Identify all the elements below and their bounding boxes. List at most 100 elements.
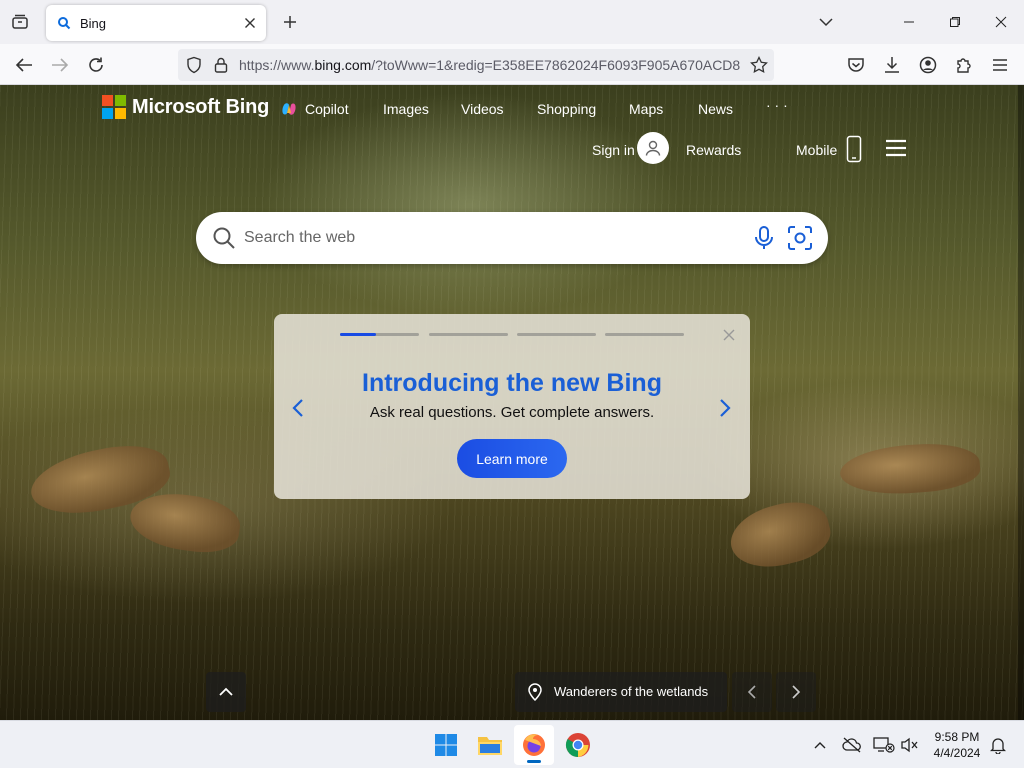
maximize-button[interactable] (932, 6, 978, 38)
nav-maps[interactable]: Maps (629, 101, 663, 121)
close-window-button[interactable] (978, 6, 1024, 38)
microsoft-logo-icon (102, 95, 126, 119)
url-bar[interactable]: https://www.bing.com/?toWww=1&redig=E358… (178, 49, 774, 81)
hamburger-menu-icon (993, 59, 1007, 71)
taskbar-clock[interactable]: 9:58 PM 4/4/2024 (930, 729, 984, 761)
show-hidden-icons-button[interactable] (808, 733, 832, 757)
camera-search-icon[interactable] (787, 225, 813, 251)
image-title: Wanderers of the wetlands (554, 684, 709, 699)
account-button[interactable] (915, 52, 941, 78)
previous-image-button[interactable] (732, 672, 772, 712)
network-disconnected-icon (873, 737, 895, 753)
carousel-dot-3[interactable] (517, 333, 596, 336)
nav-shopping[interactable]: Shopping (537, 101, 596, 121)
search-box (196, 212, 828, 264)
windows-taskbar: 9:58 PM 4/4/2024 (0, 720, 1024, 768)
bookmark-star-button[interactable] (750, 56, 768, 74)
download-icon (885, 57, 899, 73)
pocket-button[interactable] (843, 52, 869, 78)
clock-date: 4/4/2024 (933, 746, 981, 760)
microsoft-bing-logo[interactable]: Microsoft Bing (102, 95, 269, 119)
account-icon (919, 56, 937, 74)
background-deer (724, 493, 836, 577)
mobile-link[interactable]: Mobile (796, 142, 837, 158)
file-explorer-button[interactable] (470, 725, 510, 765)
restore-icon (950, 17, 960, 27)
forward-button[interactable] (47, 52, 73, 78)
carousel-dot-1[interactable] (340, 333, 419, 336)
chevron-up-icon (219, 687, 233, 696)
page-scrollbar[interactable] (1018, 85, 1024, 720)
settings-menu-icon[interactable] (884, 137, 908, 159)
mobile-phone-icon[interactable] (846, 135, 862, 163)
start-button[interactable] (426, 725, 466, 765)
promo-title: Introducing the new Bing (362, 369, 662, 397)
reload-icon (89, 57, 103, 72)
search-icon[interactable] (212, 226, 236, 250)
forward-arrow-icon (52, 58, 69, 72)
app-menu-button[interactable] (987, 52, 1013, 78)
star-icon (750, 56, 768, 74)
minimize-button[interactable] (886, 6, 932, 38)
back-arrow-icon (15, 58, 32, 72)
firefox-icon (523, 734, 545, 756)
nav-copilot[interactable]: Copilot (305, 101, 349, 121)
minimize-icon (904, 21, 914, 23)
carousel-indicators (340, 333, 684, 337)
reload-button[interactable] (83, 52, 109, 78)
avatar[interactable] (637, 132, 669, 164)
extensions-button[interactable] (951, 52, 977, 78)
close-icon[interactable] (722, 328, 736, 342)
chevron-up-icon (814, 742, 826, 749)
browser-tab-bar: Bing (0, 0, 1024, 44)
nav-news[interactable]: News (698, 101, 733, 121)
bell-icon (990, 738, 1006, 754)
cloud-offline-icon (842, 737, 861, 753)
sign-in-link[interactable]: Sign in (592, 142, 635, 158)
close-icon (995, 16, 1007, 28)
chevron-left-icon (747, 685, 756, 699)
nav-images[interactable]: Images (383, 101, 429, 121)
onedrive-tray-button[interactable] (840, 733, 864, 757)
new-bing-promo-card: Introducing the new Bing Ask real questi… (274, 314, 750, 499)
list-all-tabs-button[interactable] (815, 11, 837, 33)
back-button[interactable] (11, 52, 37, 78)
search-input[interactable] (244, 225, 744, 251)
url-text[interactable]: https://www.bing.com/?toWww=1&redig=E358… (239, 57, 744, 73)
notifications-button[interactable] (986, 733, 1010, 757)
pocket-icon (848, 58, 864, 72)
tab-title: Bing (80, 15, 107, 31)
plus-icon (284, 16, 296, 28)
copilot-icon (282, 103, 296, 115)
volume-tray-button[interactable] (898, 733, 922, 757)
network-tray-button[interactable] (872, 733, 896, 757)
puzzle-icon (957, 58, 971, 73)
rewards-link[interactable]: Rewards (686, 142, 741, 158)
tab-list-button[interactable] (8, 10, 32, 34)
microphone-icon[interactable] (752, 225, 776, 251)
brand-name: Microsoft Bing (132, 95, 270, 118)
location-pin-icon (528, 683, 542, 701)
firefox-taskbar-button[interactable] (514, 725, 554, 765)
shield-icon[interactable] (185, 56, 203, 74)
learn-more-button[interactable]: Learn more (457, 439, 567, 478)
next-image-button[interactable] (776, 672, 816, 712)
scroll-up-button[interactable] (206, 672, 246, 712)
bing-homepage: Microsoft Bing Copilot Images Videos Sho… (0, 85, 1024, 720)
carousel-dot-2[interactable] (429, 333, 508, 336)
active-app-indicator (527, 760, 541, 763)
nav-videos[interactable]: Videos (461, 101, 504, 121)
nav-more[interactable]: · · · (766, 97, 788, 117)
browser-tab-bing[interactable]: Bing (46, 5, 266, 41)
downloads-button[interactable] (879, 52, 905, 78)
user-icon (645, 140, 661, 156)
chrome-taskbar-button[interactable] (558, 725, 598, 765)
carousel-dot-4[interactable] (605, 333, 684, 336)
tab-close-button[interactable] (240, 13, 260, 33)
tab-list-icon (12, 14, 28, 29)
chrome-icon (565, 733, 590, 757)
lock-icon[interactable] (212, 56, 230, 74)
image-info-button[interactable]: Wanderers of the wetlands (515, 672, 727, 712)
carousel-progress (340, 333, 376, 336)
new-tab-button[interactable] (279, 11, 301, 33)
